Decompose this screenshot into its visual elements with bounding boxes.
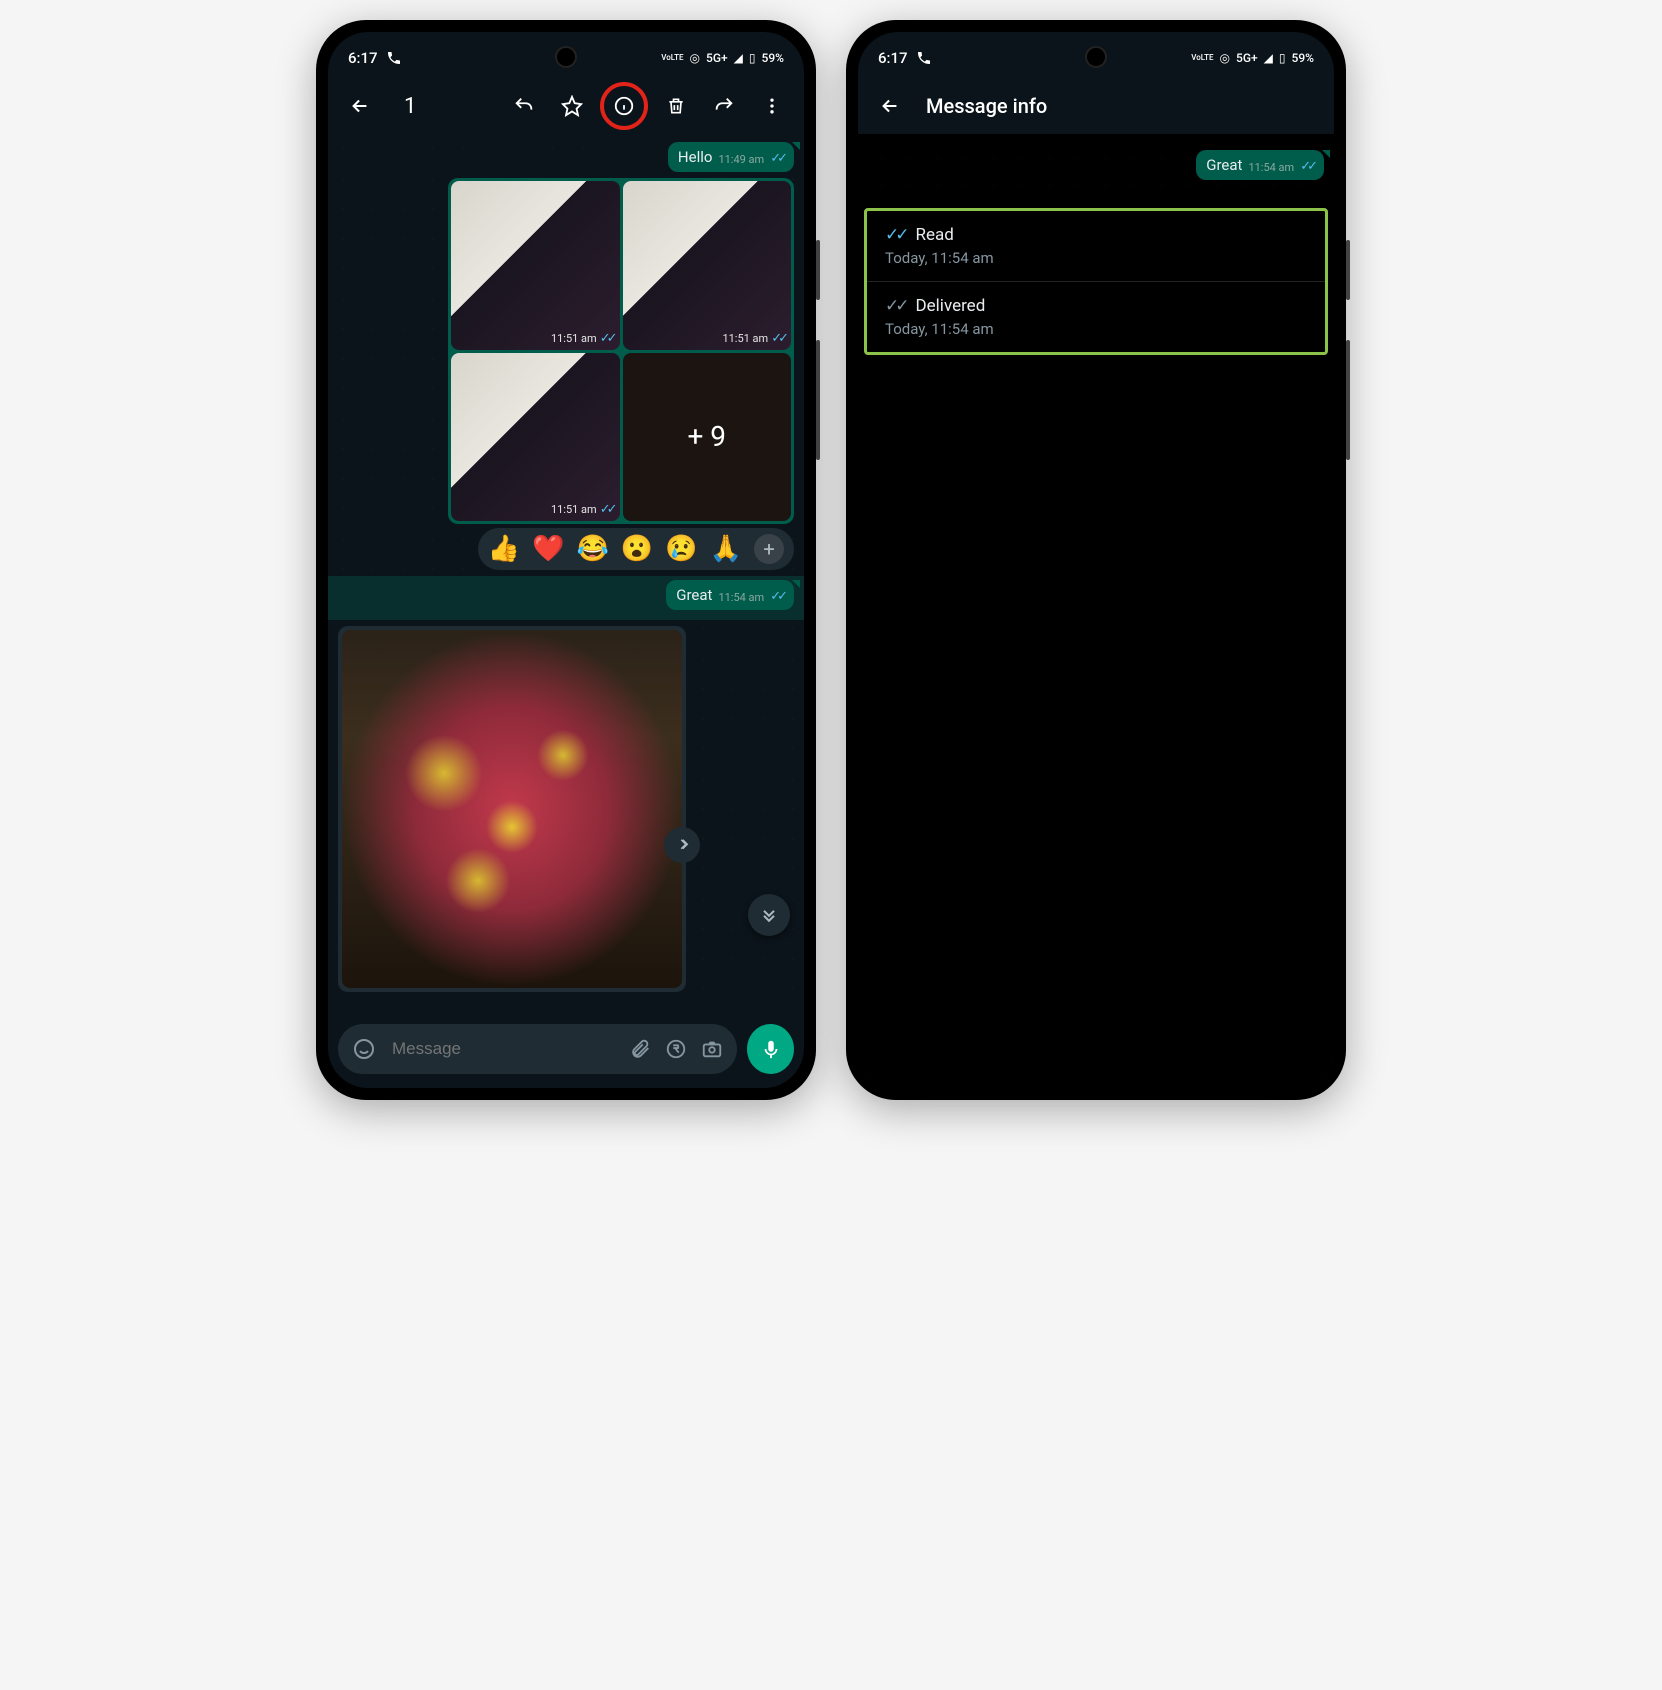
reaction-heart[interactable]: ❤️ bbox=[532, 534, 564, 564]
media-time: 11:51 am bbox=[722, 332, 768, 345]
hotspot-icon: ◎ bbox=[1220, 51, 1230, 65]
read-label: Read bbox=[916, 225, 954, 245]
media-thumb-2[interactable]: 11:51 am✓✓ bbox=[623, 181, 792, 350]
message-info-body: Great 11:54 am ✓✓ ✓✓ Read Today, 11:54 a… bbox=[858, 134, 1334, 1088]
signal-icon: ◢ bbox=[734, 51, 743, 65]
media-time: 11:51 am bbox=[551, 332, 597, 345]
msg-time: 11:49 am bbox=[718, 153, 764, 166]
more-button[interactable] bbox=[752, 86, 792, 126]
battery-icon: ▯ bbox=[1279, 51, 1286, 65]
signal-icon: ◢ bbox=[1264, 51, 1273, 65]
battery-pct: 59% bbox=[762, 51, 784, 65]
message-info-header: Message info bbox=[858, 78, 1334, 134]
status-time: 6:17 bbox=[348, 49, 378, 67]
phone-mock-left: 6:17 VoLTE ◎ 5G+ ◢ ▯ 59% 1 bbox=[316, 20, 816, 1100]
media-time: 11:51 am bbox=[551, 503, 597, 516]
star-button[interactable] bbox=[552, 86, 592, 126]
delivered-status-row: ✓✓ Delivered Today, 11:54 am bbox=[867, 281, 1325, 352]
page-title: Message info bbox=[926, 94, 1047, 118]
msg-text: Great bbox=[1206, 156, 1242, 174]
attach-button[interactable] bbox=[629, 1038, 651, 1060]
payment-button[interactable] bbox=[665, 1038, 687, 1060]
msg-hello[interactable]: Hello 11:49 am ✓✓ bbox=[668, 142, 794, 172]
incoming-photo-message[interactable] bbox=[338, 626, 686, 992]
reaction-laugh[interactable]: 😂 bbox=[577, 534, 609, 564]
media-more-label: + 9 bbox=[687, 420, 726, 453]
read-ticks-icon: ✓✓ bbox=[600, 331, 614, 346]
reaction-wow[interactable]: 😮 bbox=[621, 534, 653, 564]
battery-icon: ▯ bbox=[749, 51, 756, 65]
delivered-label: Delivered bbox=[916, 296, 986, 316]
camera-button[interactable] bbox=[701, 1038, 723, 1060]
status-section-highlight: ✓✓ Read Today, 11:54 am ✓✓ Delivered Tod… bbox=[864, 208, 1328, 355]
media-thumb-3[interactable]: 11:51 am✓✓ bbox=[451, 353, 620, 522]
mic-button[interactable] bbox=[747, 1024, 794, 1074]
msg-great-selected[interactable]: Great 11:54 am ✓✓ bbox=[666, 580, 794, 610]
network-icon: 5G+ bbox=[706, 51, 728, 65]
message-input-bar bbox=[328, 1016, 804, 1088]
reply-button[interactable] bbox=[504, 86, 544, 126]
flowers-photo bbox=[342, 630, 682, 988]
emoji-button[interactable] bbox=[352, 1037, 376, 1061]
hotspot-icon: ◎ bbox=[690, 51, 700, 65]
call-icon bbox=[916, 50, 932, 66]
selected-message-highlight: Great 11:54 am ✓✓ bbox=[328, 576, 804, 620]
media-thumb-more[interactable]: + 9 bbox=[623, 353, 792, 522]
read-ticks-icon: ✓✓ bbox=[885, 225, 906, 245]
info-button-highlight bbox=[600, 82, 648, 130]
msg-text: Great bbox=[676, 586, 712, 604]
back-button[interactable] bbox=[870, 86, 910, 126]
chat-area: Hello 11:49 am ✓✓ 11:51 am✓✓ 11:51 am✓✓ … bbox=[328, 134, 804, 1016]
volte-icon: VoLTE bbox=[661, 54, 683, 62]
msg-time: 11:54 am bbox=[718, 591, 764, 604]
message-input[interactable] bbox=[390, 1038, 615, 1060]
msg-text: Hello bbox=[678, 148, 713, 166]
status-time: 6:17 bbox=[878, 49, 908, 67]
reaction-sad[interactable]: 😢 bbox=[665, 534, 697, 564]
battery-pct: 59% bbox=[1292, 51, 1314, 65]
read-ticks-icon: ✓✓ bbox=[771, 331, 785, 346]
network-icon: 5G+ bbox=[1236, 51, 1258, 65]
phone-mock-right: 6:17 VoLTE ◎ 5G+ ◢ ▯ 59% Message info bbox=[846, 20, 1346, 1100]
read-status-row: ✓✓ Read Today, 11:54 am bbox=[867, 211, 1325, 281]
reaction-pray[interactable]: 🙏 bbox=[710, 534, 742, 564]
scroll-to-bottom-button[interactable] bbox=[748, 894, 790, 936]
media-album[interactable]: 11:51 am✓✓ 11:51 am✓✓ 11:51 am✓✓ + 9 bbox=[448, 178, 794, 524]
read-ticks-icon: ✓✓ bbox=[770, 151, 784, 166]
volte-icon: VoLTE bbox=[1191, 54, 1213, 62]
back-button[interactable] bbox=[340, 86, 380, 126]
reaction-bar: 👍 ❤️ 😂 😮 😢 🙏 + bbox=[478, 528, 794, 570]
read-ticks-icon: ✓✓ bbox=[1300, 159, 1314, 174]
forward-chip-button[interactable] bbox=[664, 827, 700, 863]
delivered-timestamp: Today, 11:54 am bbox=[885, 320, 1307, 338]
selection-header: 1 bbox=[328, 78, 804, 134]
delivered-ticks-icon: ✓✓ bbox=[885, 296, 906, 316]
read-ticks-icon: ✓✓ bbox=[770, 589, 784, 604]
call-icon bbox=[386, 50, 402, 66]
delete-button[interactable] bbox=[656, 86, 696, 126]
msg-great-preview: Great 11:54 am ✓✓ bbox=[1196, 150, 1324, 180]
reaction-thumbs-up[interactable]: 👍 bbox=[488, 534, 520, 564]
msg-time: 11:54 am bbox=[1248, 161, 1294, 174]
reaction-add-button[interactable]: + bbox=[754, 534, 784, 564]
forward-button[interactable] bbox=[704, 86, 744, 126]
media-thumb-1[interactable]: 11:51 am✓✓ bbox=[451, 181, 620, 350]
info-button[interactable] bbox=[608, 90, 640, 122]
read-ticks-icon: ✓✓ bbox=[600, 502, 614, 517]
selection-count: 1 bbox=[404, 94, 496, 119]
read-timestamp: Today, 11:54 am bbox=[885, 249, 1307, 267]
